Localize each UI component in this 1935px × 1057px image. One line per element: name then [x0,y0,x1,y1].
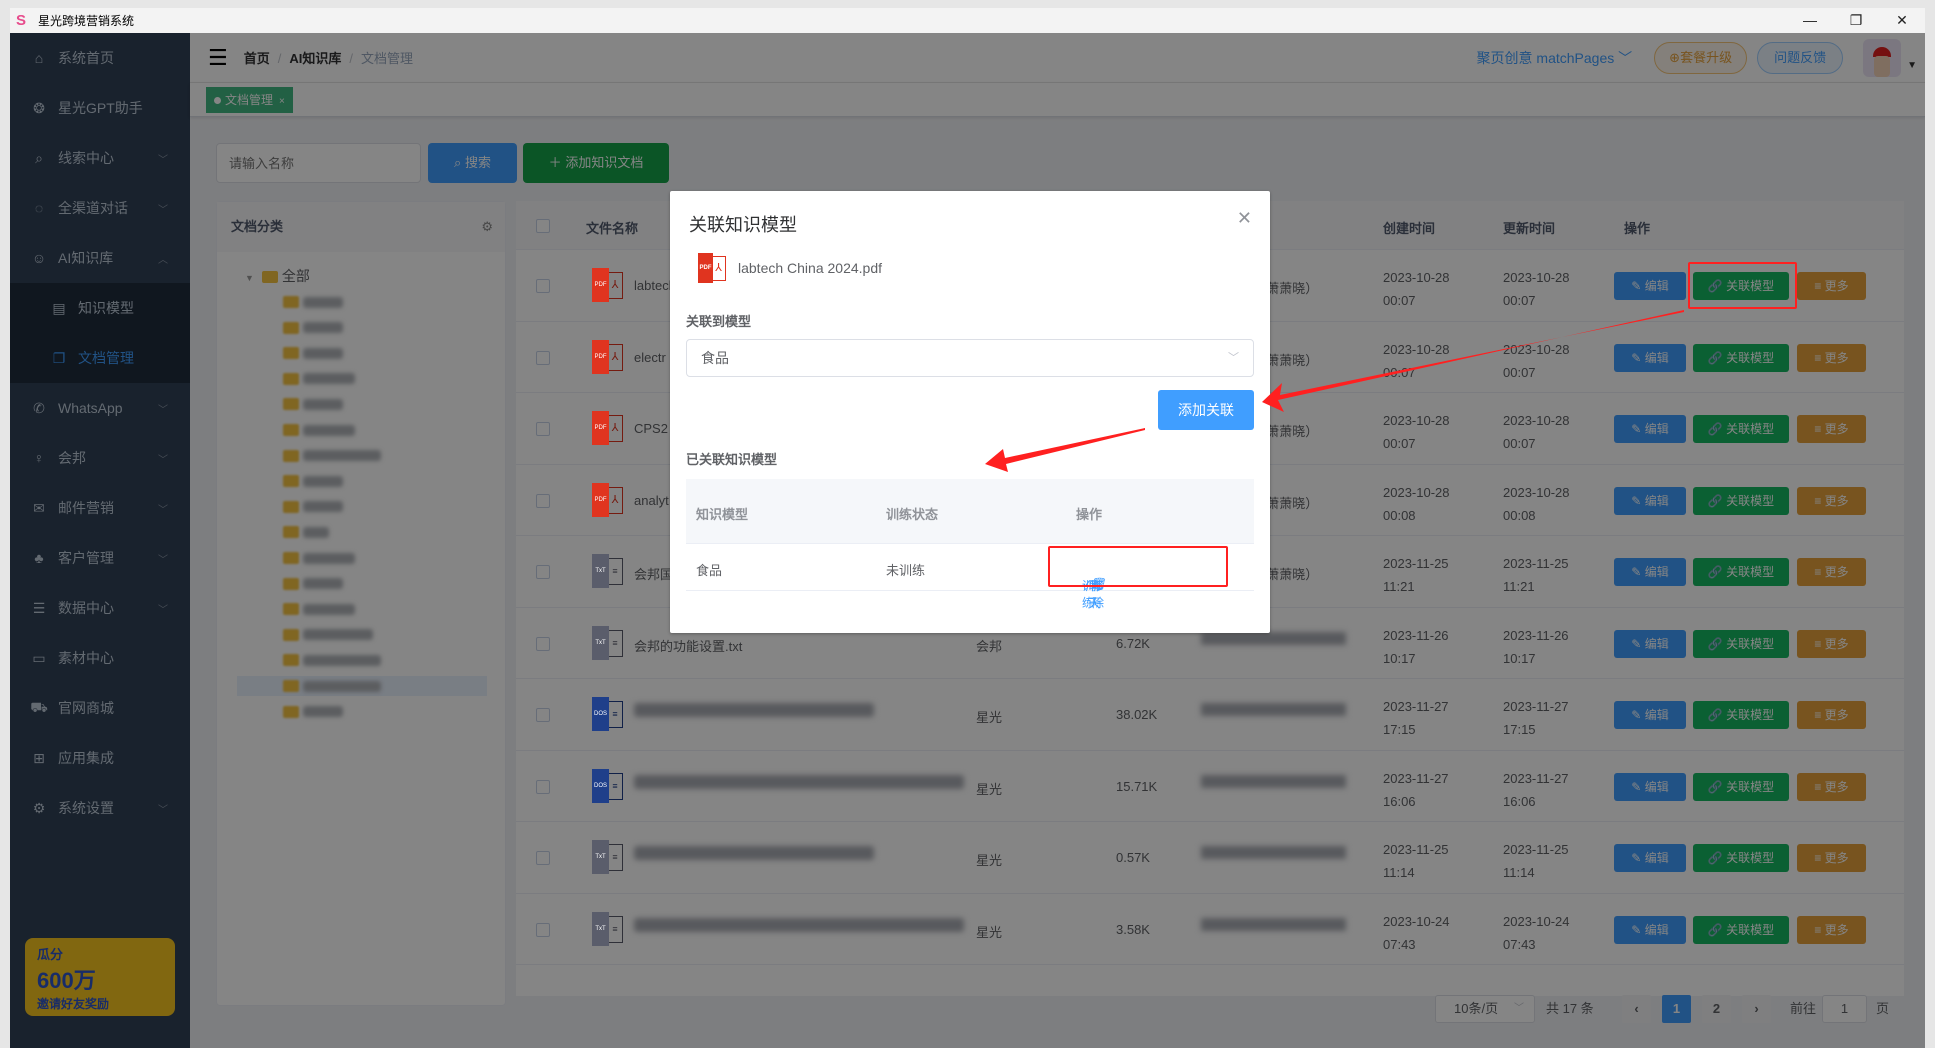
app-logo-icon: S [16,11,27,29]
linked-model-status: 未训练 [886,563,926,578]
header-model: 知识模型 [696,507,749,522]
pdf-file-icon: ⅄ PDF [698,253,726,283]
annotation-box-link-button [1688,262,1797,309]
window-titlebar: S 星光跨境营销系统 — ❐ ✕ [10,8,1925,33]
window-title: 星光跨境营销系统 [38,14,135,28]
header-status: 训练状态 [886,507,939,522]
dialog-file: ⅄ PDF labtech China 2024.pdf [698,253,882,283]
chevron-down-icon: ﹀ [1228,352,1239,364]
close-window-button[interactable]: ✕ [1879,8,1925,33]
linked-table-header: 知识模型 训练状态 操作 [686,479,1254,543]
window-frame-bottom [0,1048,1935,1057]
app: ⌂ 系统首页 ❂ 星光GPT助手 ⌕ 线索中心 ﹀ ◌ 全渠道对话 ﹀ ☺ AI知识库 ︿ ▤ 知识模型 ❐ 文… [10,33,1925,1048]
link-to-label: 关联到模型 [686,314,752,329]
annotation-box-linked-ops [1048,546,1228,587]
minimize-button[interactable]: — [1787,8,1833,33]
header-ops: 操作 [1076,507,1103,522]
linked-model-name: 食品 [696,563,723,578]
dialog-file-name: labtech China 2024.pdf [738,260,882,276]
linked-models-title: 已关联知识模型 [686,452,778,467]
selected-model: 食品 [701,350,729,366]
add-link-button[interactable]: 添加关联 [1158,390,1254,430]
close-icon[interactable]: ✕ [1237,208,1252,229]
restore-button[interactable]: ❐ [1833,8,1879,33]
model-select[interactable]: 食品 ﹀ [686,339,1254,377]
dialog-title: 关联知识模型 [689,215,797,235]
